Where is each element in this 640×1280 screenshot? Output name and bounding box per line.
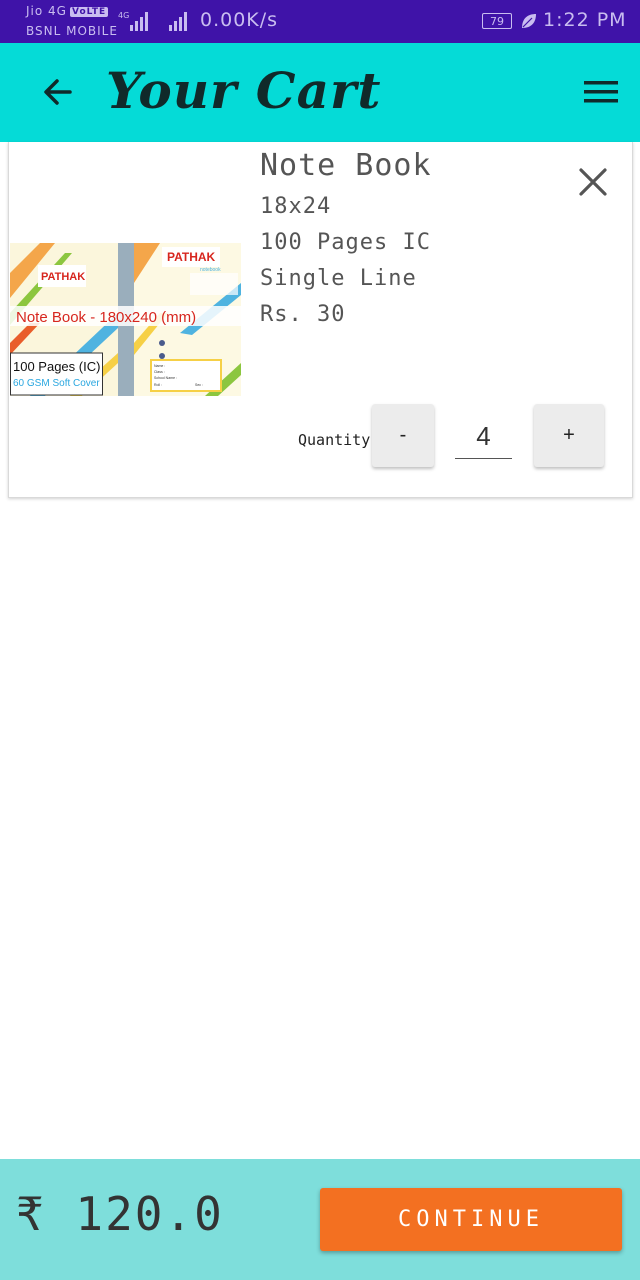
signal-icon [169, 12, 187, 31]
form-class: Class : [154, 370, 165, 374]
battery-icon: 79 [482, 13, 512, 29]
image-pages-text: 100 Pages (IC) [13, 359, 100, 374]
app-bar: Your Cart [0, 43, 640, 142]
cart-item-card: PATHAK PATHAK notebook Note Book - 180x2… [8, 142, 633, 498]
product-image[interactable]: PATHAK PATHAK notebook Note Book - 180x2… [10, 243, 241, 396]
brand-back: PATHAK [41, 271, 85, 283]
quantity-label: Quantity: [298, 431, 380, 449]
status-bar: Jio 4G VoLTE BSNL MOBILE 4G 0.00K/s 79 1:… [0, 0, 640, 43]
network-type-label: 4G [118, 11, 129, 20]
page-title: Your Cart [106, 61, 382, 120]
form-name: Name : [154, 364, 165, 368]
sub-brand: notebook [200, 267, 221, 273]
carrier-secondary: BSNL MOBILE [26, 24, 118, 38]
hamburger-menu-icon[interactable] [582, 77, 620, 107]
checkout-bar: ₹ 120.0 CONTINUE [0, 1159, 640, 1280]
image-caption: Note Book - 180x240 (mm) [16, 309, 196, 326]
form-school: School Name : [154, 376, 177, 380]
image-cover-text: 60 GSM Soft Cover [13, 378, 100, 389]
back-arrow-icon[interactable] [40, 74, 76, 110]
product-size: 18x24 [260, 194, 332, 219]
cart-total: ₹ 120.0 [16, 1187, 224, 1241]
remove-item-close-icon[interactable] [577, 166, 609, 198]
decrease-quantity-button[interactable]: - [372, 404, 434, 467]
volte-badge: VoLTE [69, 7, 109, 17]
leaf-icon [522, 14, 536, 28]
network-speed: 0.00K/s [200, 9, 279, 31]
product-price: Rs. 30 [260, 302, 346, 327]
signal-4g-icon: 4G [118, 11, 148, 31]
continue-button[interactable]: CONTINUE [320, 1188, 622, 1251]
increase-quantity-button[interactable]: + [534, 404, 604, 467]
carrier-primary: Jio 4G VoLTE [26, 4, 109, 18]
product-ruling: Single Line [260, 266, 417, 291]
carrier-primary-label: Jio 4G [26, 4, 67, 18]
product-pages: 100 Pages IC [260, 230, 431, 255]
form-roll: Roll : [154, 383, 162, 387]
product-name: Note Book [260, 148, 432, 183]
brand-front: PATHAK [167, 250, 216, 264]
form-sec: Sec : [195, 383, 203, 387]
quantity-input[interactable] [455, 414, 512, 459]
product-info: Note Book 18x24 100 Pages IC Single Line… [260, 148, 432, 338]
clock: 1:22 PM [543, 9, 627, 31]
